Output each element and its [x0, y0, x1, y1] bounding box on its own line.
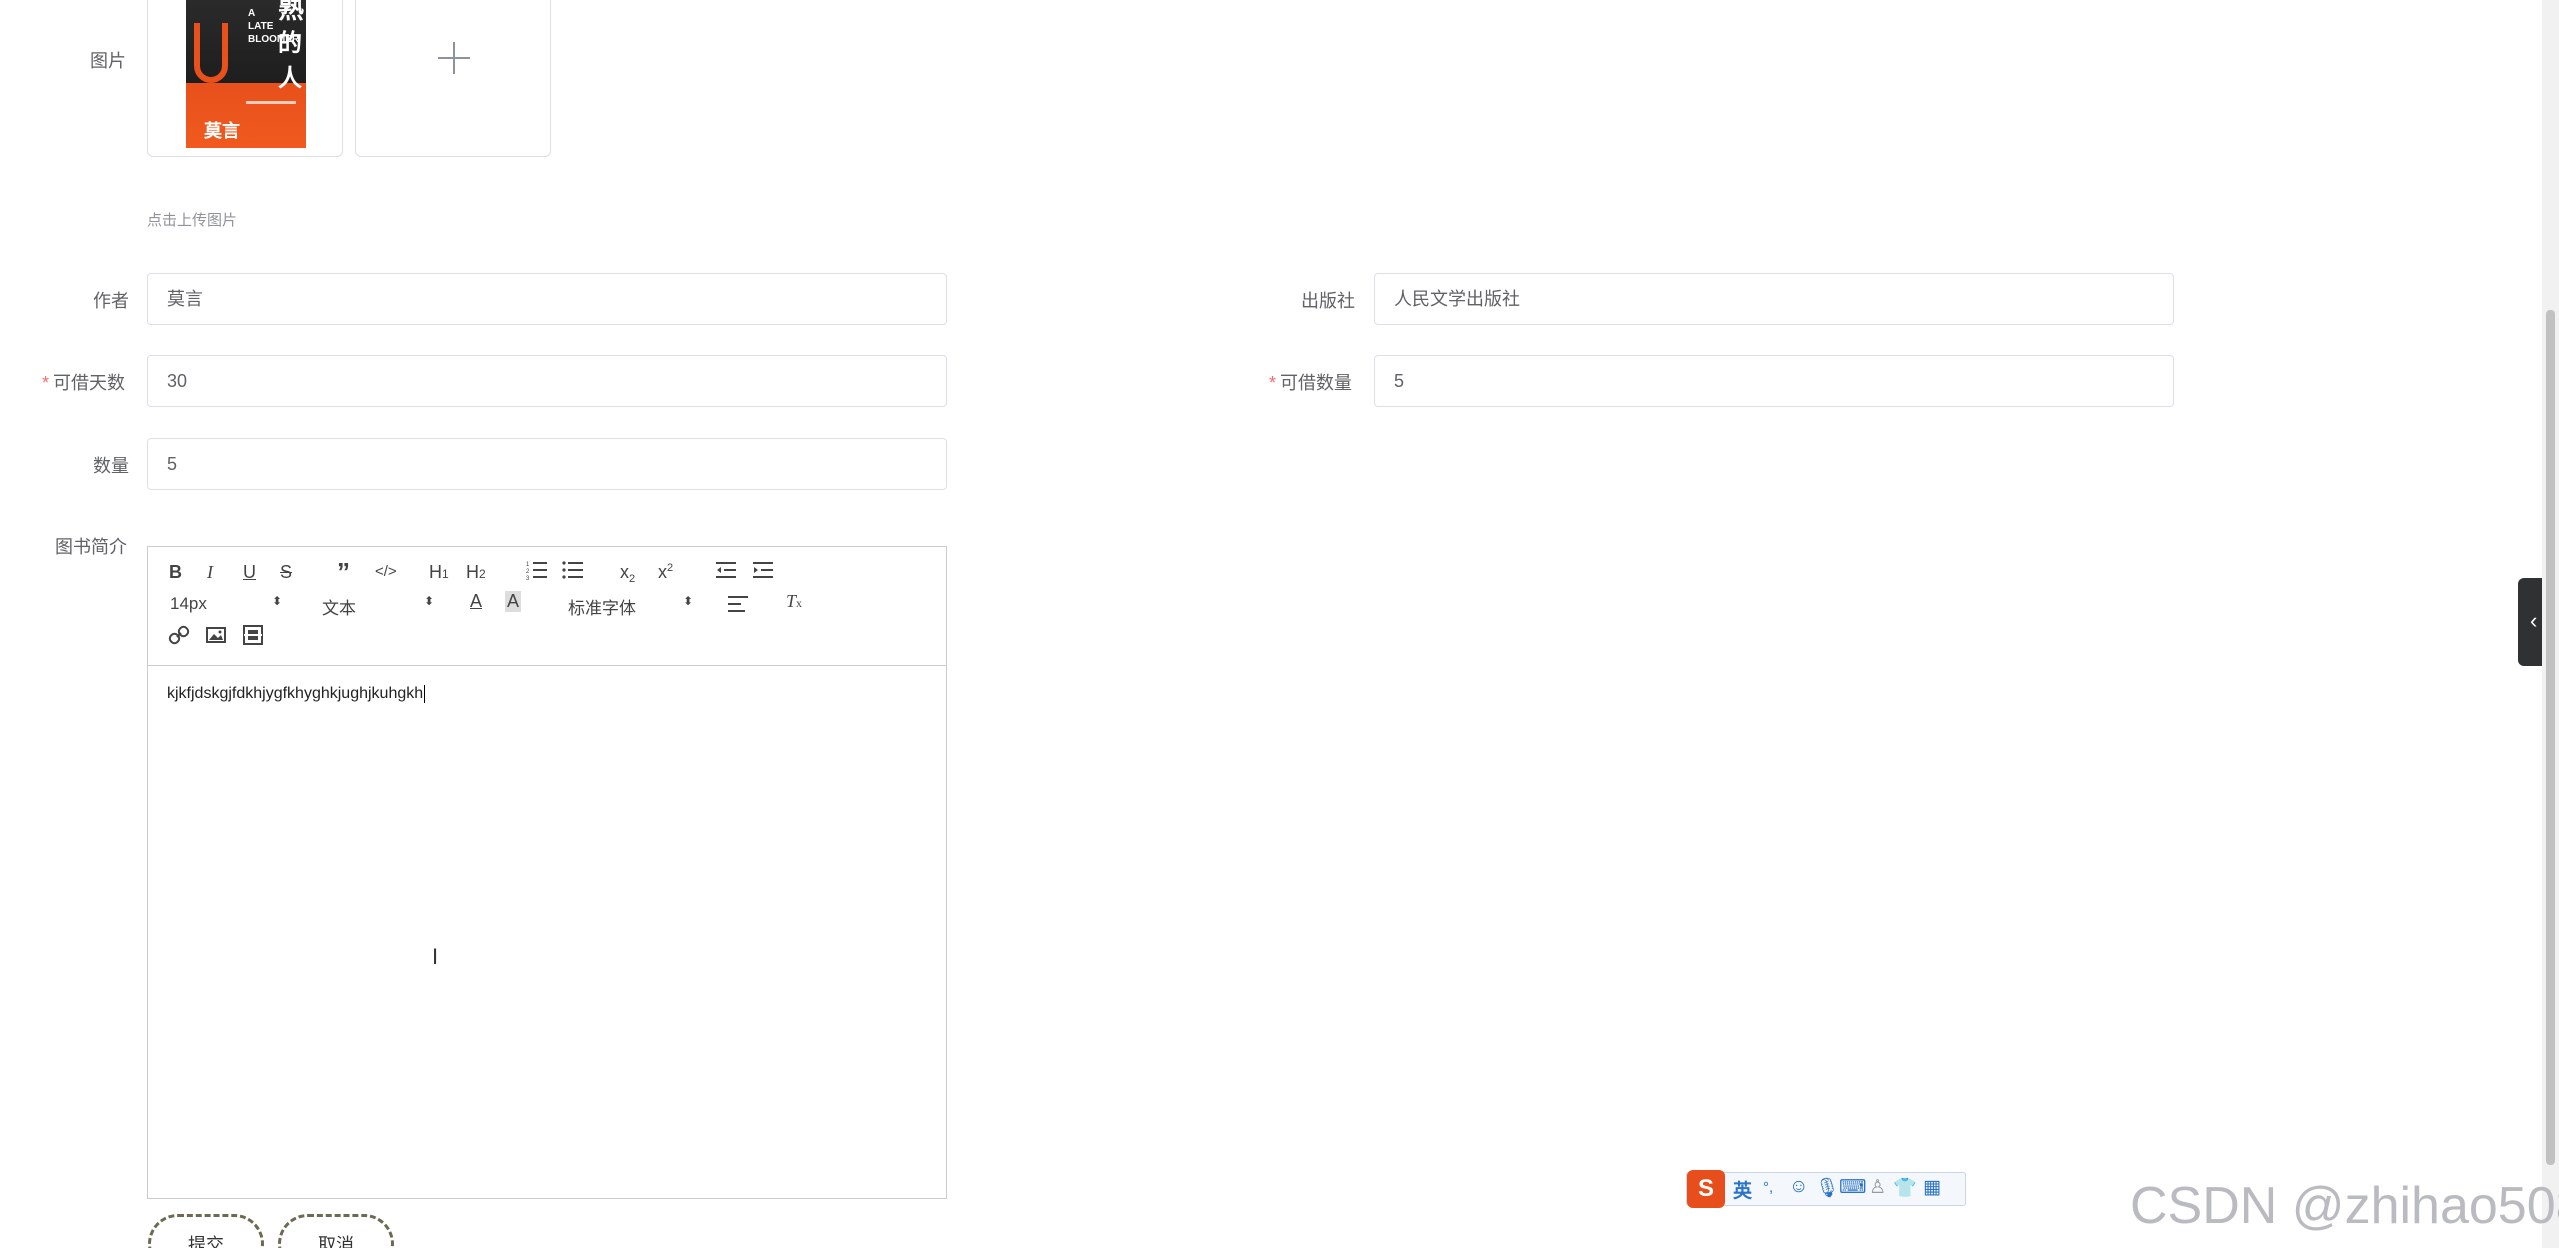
- intro-label: 图书简介: [55, 537, 127, 557]
- cover-author: 莫言: [204, 121, 240, 141]
- blockquote-icon[interactable]: ”: [337, 557, 350, 588]
- svg-text:3: 3: [526, 576, 530, 581]
- upload-add-button[interactable]: [355, 0, 551, 157]
- image-label: 图片: [90, 51, 126, 71]
- ibeam-cursor-icon: I: [432, 944, 439, 969]
- clear-format-icon[interactable]: Tx: [786, 591, 802, 612]
- italic-icon[interactable]: I: [207, 562, 213, 583]
- upload-tip: 点击上传图片: [147, 212, 238, 229]
- required-mark: *: [42, 373, 50, 393]
- h2-icon[interactable]: H2: [466, 562, 486, 583]
- editor-content-area[interactable]: kjkfjdskgjfdkhjygfkhyghkjughjkuhgkh: [148, 667, 946, 1199]
- background-color-icon[interactable]: A: [505, 591, 522, 612]
- cancel-button[interactable]: 取消: [278, 1214, 394, 1248]
- bullet-list-icon[interactable]: [562, 559, 584, 581]
- user-icon[interactable]: ♙: [1869, 1176, 1886, 1199]
- keyboard-icon[interactable]: ⌨: [1839, 1176, 1866, 1199]
- updown-arrow-icon: ⬍: [424, 594, 435, 608]
- editor-text: kjkfjdskgjfdkhjygfkhyghkjughjkuhgkh: [167, 685, 424, 703]
- svg-text:1: 1: [526, 562, 530, 568]
- outdent-icon[interactable]: [715, 559, 737, 581]
- ime-punctuation-toggle[interactable]: °,: [1763, 1179, 1773, 1196]
- publisher-input[interactable]: 人民文学出版社: [1374, 273, 2174, 325]
- author-label: 作者: [93, 291, 129, 311]
- font-color-icon[interactable]: A: [470, 591, 482, 612]
- font-family-select[interactable]: 标准字体 ⬍: [568, 594, 698, 619]
- book-cover-image: A LATE BLOOMER 熟 的人 莫言: [186, 0, 306, 148]
- borrow-days-label: * 可借天数: [42, 373, 126, 393]
- rich-text-editor: B I U S ” </> H1 H2 123 x2 x2 14px ⬍ 文本 …: [147, 546, 947, 1199]
- bold-icon[interactable]: B: [169, 562, 182, 583]
- align-icon[interactable]: [727, 593, 749, 615]
- quantity-input[interactable]: 5: [147, 438, 947, 490]
- svg-text:2: 2: [526, 569, 530, 575]
- chevron-left-icon: ‹: [2530, 608, 2538, 633]
- book-edit-page: 图片 A LATE BLOOMER 熟 的人 莫言 点击上传图片 作者 莫言 出…: [0, 0, 2559, 1248]
- indent-icon[interactable]: [752, 559, 774, 581]
- subscript-icon[interactable]: x2: [620, 562, 635, 585]
- video-icon[interactable]: [242, 624, 264, 646]
- ordered-list-icon[interactable]: 123: [526, 559, 548, 581]
- emoji-icon[interactable]: ☺: [1789, 1176, 1808, 1198]
- csdn-watermark: CSDN @zhihao508: [2130, 1177, 2559, 1235]
- updown-arrow-icon: ⬍: [272, 594, 283, 608]
- h1-icon[interactable]: H1: [429, 562, 449, 583]
- required-mark: *: [1269, 373, 1277, 393]
- superscript-icon[interactable]: x2: [658, 562, 673, 583]
- author-input[interactable]: 莫言: [147, 273, 947, 325]
- font-size-select[interactable]: 14px ⬍: [170, 594, 285, 614]
- code-block-icon[interactable]: </>: [375, 563, 397, 580]
- cover-title-rest: 的人: [278, 30, 302, 92]
- sogou-logo-icon[interactable]: S: [1687, 1170, 1725, 1208]
- scrollbar-thumb[interactable]: [2546, 310, 2555, 1165]
- publisher-label: 出版社: [1301, 291, 1355, 311]
- microphone-icon[interactable]: 🎙: [1815, 1176, 1839, 1200]
- ime-language-toggle[interactable]: 英: [1733, 1176, 1752, 1203]
- skin-shirt-icon[interactable]: 👕: [1893, 1176, 1917, 1200]
- updown-arrow-icon: ⬍: [683, 594, 694, 608]
- text-caret: [424, 685, 426, 703]
- header-select[interactable]: 文本 ⬍: [322, 594, 437, 619]
- borrow-days-input[interactable]: 30: [147, 355, 947, 407]
- borrow-count-label: * 可借数量: [1269, 373, 1353, 393]
- underline-icon[interactable]: U: [243, 562, 256, 583]
- uploaded-cover-thumbnail[interactable]: A LATE BLOOMER 熟 的人 莫言: [147, 0, 343, 157]
- quantity-label: 数量: [93, 456, 129, 476]
- toolbox-grid-icon[interactable]: ▦: [1923, 1176, 1941, 1199]
- link-icon[interactable]: [168, 624, 190, 646]
- strike-icon[interactable]: S: [280, 562, 292, 583]
- ime-toolbar: S 英 °, ☺ 🎙 ⌨ ♙ 👕 ▦: [1686, 1170, 1966, 1208]
- image-icon[interactable]: [205, 624, 227, 646]
- borrow-count-input[interactable]: 5: [1374, 355, 2174, 407]
- editor-toolbar: B I U S ” </> H1 H2 123 x2 x2 14px ⬍ 文本 …: [148, 547, 946, 666]
- submit-button[interactable]: 提交: [148, 1214, 264, 1248]
